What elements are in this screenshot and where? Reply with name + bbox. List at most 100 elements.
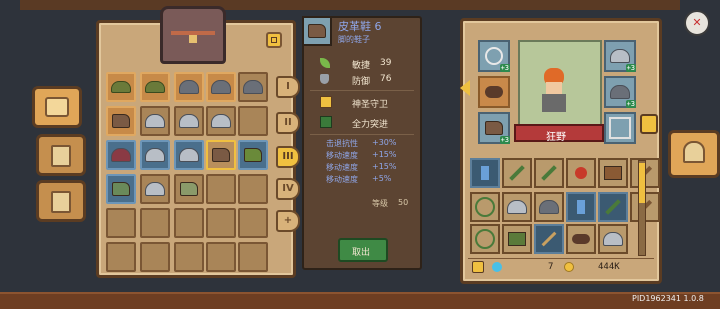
storage-slot[interactable] <box>106 140 136 170</box>
belt-icon <box>485 86 503 98</box>
storage-slot[interactable] <box>106 242 136 272</box>
close-button[interactable]: ✕ <box>684 10 710 36</box>
bag-slot[interactable] <box>566 158 596 188</box>
storage-slot[interactable] <box>140 174 170 204</box>
storage-slot[interactable] <box>238 140 268 170</box>
bonus-badge: +3 <box>625 100 636 108</box>
storage-slot[interactable] <box>106 208 136 238</box>
storage-slot-selected[interactable] <box>206 140 236 170</box>
storage-slot[interactable] <box>140 106 170 136</box>
storage-slot[interactable] <box>206 72 236 102</box>
boot-icon <box>485 121 503 135</box>
storage-slot[interactable] <box>238 242 268 272</box>
storage-slot[interactable] <box>206 242 236 272</box>
gem-icon <box>492 262 502 272</box>
storage-slot[interactable] <box>174 72 204 102</box>
bag-slot[interactable] <box>566 192 596 222</box>
tab-chest[interactable] <box>32 86 82 128</box>
stat-label: 敏捷 <box>352 61 371 71</box>
equip-slot-boots[interactable]: +3 <box>478 112 510 144</box>
storage-slot[interactable] <box>174 140 204 170</box>
storage-slot[interactable] <box>106 106 136 136</box>
helmet-icon <box>603 232 623 246</box>
storage-slot[interactable] <box>174 208 204 238</box>
sort-button[interactable] <box>266 32 282 48</box>
skill-label: 全力突进 <box>352 120 389 130</box>
page-tab-4[interactable]: IV <box>276 178 300 200</box>
equip-slot-helmet[interactable]: +3 <box>604 40 636 72</box>
bag-slot[interactable] <box>470 158 500 188</box>
storage-slot[interactable] <box>238 106 268 136</box>
level-value: 50 <box>398 198 409 207</box>
bag-slot[interactable] <box>598 192 628 222</box>
item-tooltip <box>302 16 422 270</box>
apple-icon <box>575 167 587 179</box>
storage-slot[interactable] <box>238 174 268 204</box>
bag-slot[interactable] <box>470 192 500 222</box>
bag-slot[interactable] <box>534 158 564 188</box>
coin-icon <box>564 262 574 272</box>
storage-slot[interactable] <box>106 174 136 204</box>
tab-trade[interactable] <box>36 180 86 222</box>
belt-icon <box>572 234 590 244</box>
lock-icon[interactable] <box>472 261 484 273</box>
bonus-badge: +3 <box>499 136 510 144</box>
bag-slot[interactable] <box>566 224 596 254</box>
scrollbar-thumb[interactable] <box>639 163 645 203</box>
page-tab-1[interactable]: I <box>276 76 300 98</box>
storage-slot[interactable] <box>140 72 170 102</box>
helmet-icon <box>145 182 165 196</box>
storage-slot[interactable] <box>206 106 236 136</box>
sprint-icon <box>320 116 332 128</box>
storage-slot[interactable] <box>140 140 170 170</box>
bonus-label: 移动速度 <box>326 175 358 184</box>
gem-count: 7 <box>548 262 554 272</box>
storage-slot[interactable] <box>238 72 268 102</box>
chest-icon <box>45 97 69 117</box>
storage-slot[interactable] <box>140 242 170 272</box>
storage-slot[interactable] <box>174 242 204 272</box>
page-tab-2[interactable]: II <box>276 112 300 134</box>
bag-slot[interactable] <box>502 192 532 222</box>
storage-slot[interactable] <box>174 174 204 204</box>
equip-slot-amulet[interactable]: +3 <box>478 40 510 72</box>
boot-icon <box>112 182 130 196</box>
storage-slot[interactable] <box>238 208 268 238</box>
page-tab-3[interactable]: III <box>276 146 300 168</box>
storage-slot[interactable] <box>140 208 170 238</box>
equip-slot-weapon[interactable] <box>604 112 636 144</box>
chest-icon <box>604 166 622 180</box>
take-out-button[interactable]: 取出 <box>338 238 388 262</box>
item-subtitle: 脚的鞋子 <box>338 35 370 44</box>
bag-slot[interactable] <box>502 224 532 254</box>
holy-shield-icon <box>320 96 332 108</box>
bag-slot[interactable] <box>534 192 564 222</box>
bag-slot[interactable] <box>598 158 628 188</box>
tab-equipment[interactable] <box>668 130 720 178</box>
helmet-icon <box>145 148 165 162</box>
stat-label: 防御 <box>352 77 371 87</box>
grid-icon <box>271 37 277 43</box>
tab-quests[interactable] <box>36 134 86 176</box>
storage-slot[interactable] <box>174 106 204 136</box>
stat-value: 39 <box>380 58 392 68</box>
bag-slot[interactable] <box>534 224 564 254</box>
bag-slot[interactable] <box>502 158 532 188</box>
storage-slot[interactable] <box>206 208 236 238</box>
bow-icon <box>475 229 495 249</box>
equip-slot-armor[interactable]: +3 <box>604 76 636 108</box>
storage-slot[interactable] <box>106 72 136 102</box>
bag-scrollbar[interactable] <box>638 160 646 256</box>
equip-slot-belt[interactable] <box>478 76 510 108</box>
crossbow-icon <box>509 165 525 181</box>
potion-icon <box>577 200 585 214</box>
side-toggle[interactable] <box>640 114 658 134</box>
staff-icon <box>541 231 557 247</box>
bag-slot[interactable] <box>470 224 500 254</box>
page-tab-add[interactable]: + <box>276 210 300 232</box>
bag-slot[interactable] <box>598 224 628 254</box>
storage-slot[interactable] <box>206 174 236 204</box>
helmet-icon <box>211 114 231 128</box>
boot-icon <box>244 148 262 162</box>
boot-icon <box>112 114 130 128</box>
